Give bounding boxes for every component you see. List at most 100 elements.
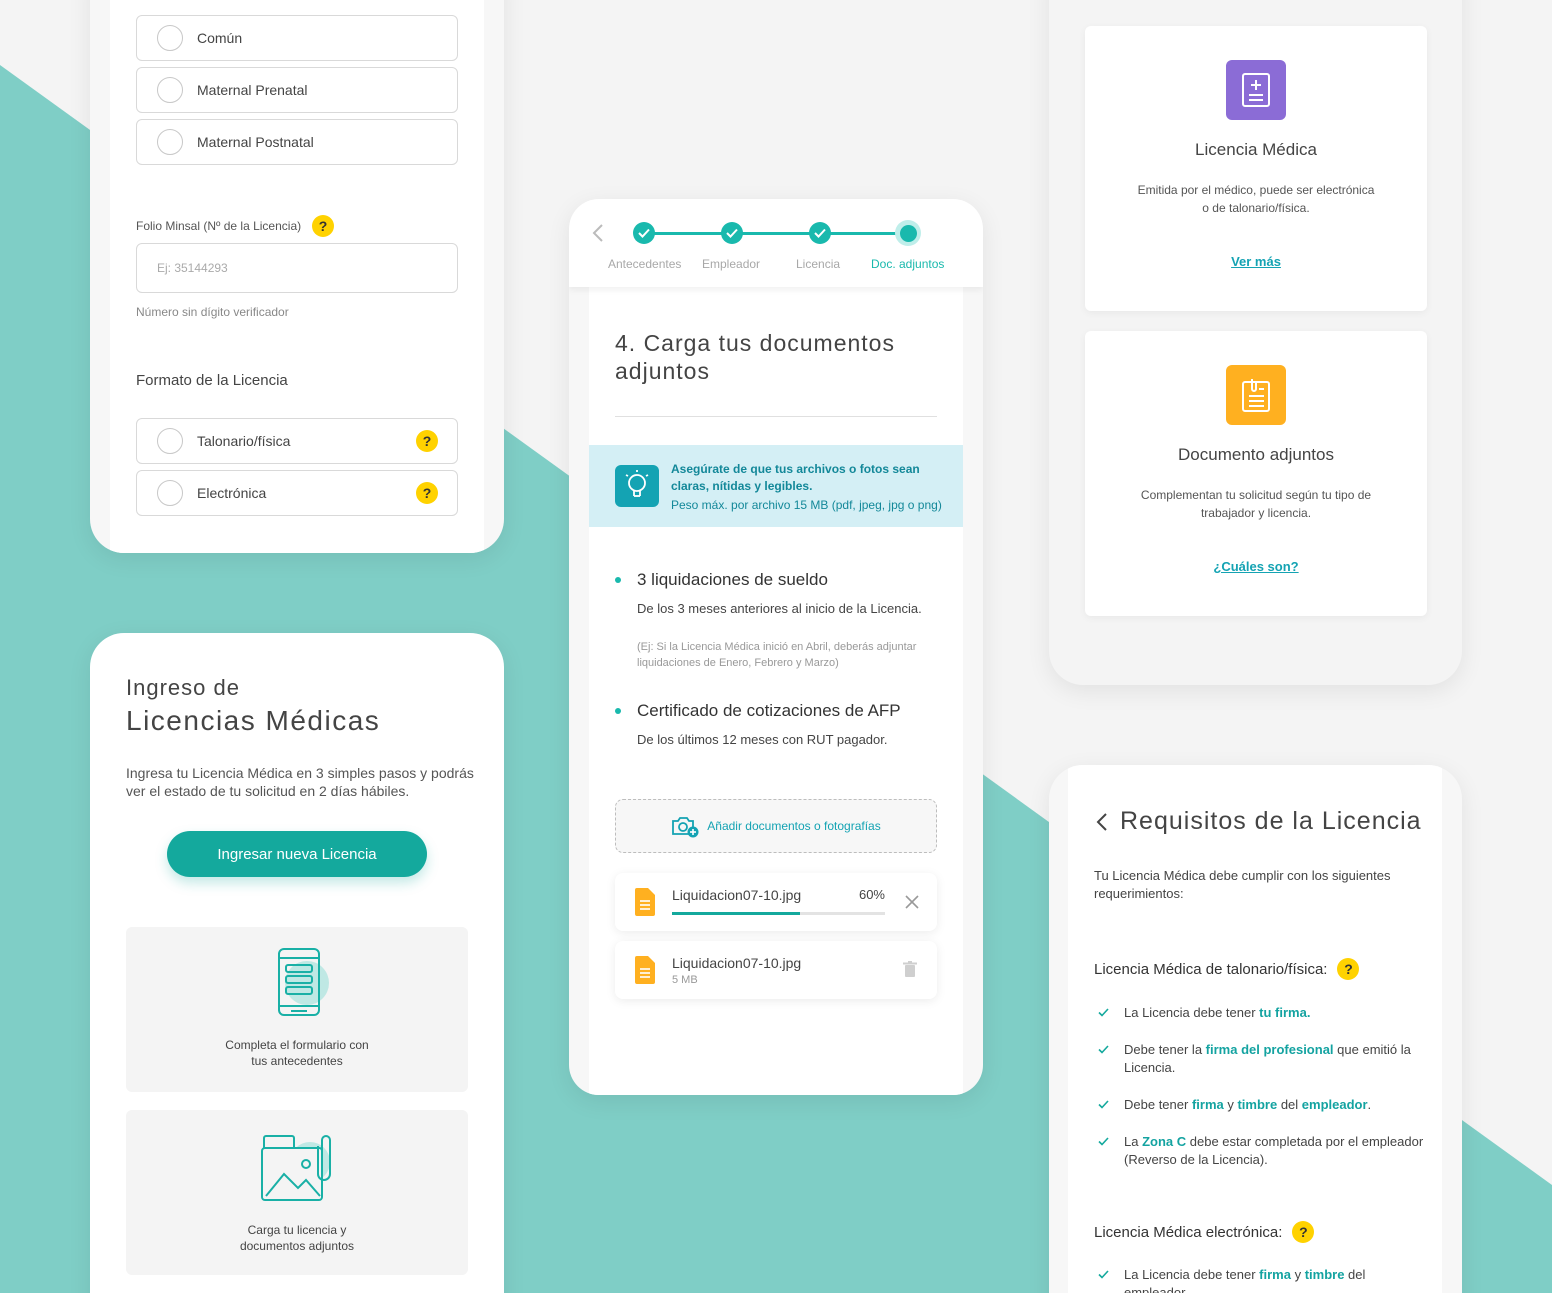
section-title-text: Licencia Médica de talonario/física: <box>1094 960 1328 978</box>
radio-option-talonario[interactable]: Talonario/física ? <box>136 418 458 464</box>
step-label-licencia[interactable]: Licencia <box>796 257 840 271</box>
step-card-documents: Carga tu licencia y documentos adjuntos <box>126 1110 468 1275</box>
back-chevron-icon[interactable] <box>1096 812 1108 832</box>
highlight-text: Zona C <box>1142 1134 1187 1149</box>
lightbulb-icon <box>615 465 659 507</box>
info-title: Licencia Médica <box>1195 140 1317 159</box>
step-check-icon[interactable] <box>809 222 831 244</box>
info-desc: Complementan tu solicitud según tu tipo … <box>1140 488 1372 520</box>
check-icon <box>1098 1137 1109 1146</box>
highlight-text: tu firma. <box>1259 1005 1311 1020</box>
help-icon[interactable]: ? <box>416 430 438 452</box>
form-phone-icon <box>278 948 329 1016</box>
radio-circle[interactable] <box>157 129 183 155</box>
radio-option-maternal-postnatal[interactable]: Maternal Postnatal <box>136 119 458 165</box>
folio-hint: Número sin dígito verificador <box>136 305 289 319</box>
help-icon[interactable]: ? <box>1337 958 1360 980</box>
add-photo-icon <box>672 817 699 838</box>
cuales-son-link[interactable]: ¿Cuáles son? <box>1085 559 1427 574</box>
radio-label: Talonario/física <box>197 433 291 449</box>
radio-circle[interactable] <box>157 25 183 51</box>
radio-circle[interactable] <box>157 480 183 506</box>
clipboard-icon <box>1226 365 1286 425</box>
landing-title-small: Ingreso de <box>126 675 240 700</box>
radio-circle[interactable] <box>157 77 183 103</box>
requirements-phone: Requisitos de la Licencia Tu Licencia Mé… <box>1049 765 1462 1293</box>
requirement-desc: De los últimos 12 meses con RUT pagador. <box>637 732 888 747</box>
step-check-icon[interactable] <box>721 222 743 244</box>
highlight-text: empleador <box>1301 1097 1368 1112</box>
progress-fill <box>672 912 800 915</box>
check-text: La Licencia debe tener firma y timbre de… <box>1124 1266 1424 1293</box>
file-name: Liquidacion07-10.jpg <box>672 887 802 903</box>
section-title-text: Licencia Médica electrónica: <box>1094 1223 1283 1241</box>
radio-option-electronica[interactable]: Electrónica ? <box>136 470 458 516</box>
radio-circle[interactable] <box>157 428 183 454</box>
step-text: Carga tu licencia y <box>247 1223 347 1237</box>
plain-text: del <box>1277 1097 1302 1112</box>
add-documents-button[interactable]: Añadir documentos o fotografías <box>615 799 937 853</box>
file-size: 5 MB <box>672 974 698 986</box>
step-label-empleador[interactable]: Empleador <box>702 257 760 271</box>
stepper-line <box>644 232 908 235</box>
step-check-icon[interactable] <box>633 222 655 244</box>
highlight-text: timbre <box>1304 1267 1345 1282</box>
check-icon <box>1098 1100 1109 1109</box>
check-icon <box>1098 1270 1109 1279</box>
bullet <box>615 708 621 714</box>
requirement-title: 3 liquidaciones de sueldo <box>637 570 828 589</box>
check-text: Debe tener la firma del profesional que … <box>1124 1041 1424 1077</box>
folio-placeholder: Ej: 35144293 <box>157 261 228 275</box>
new-license-button[interactable]: Ingresar nueva Licencia <box>167 831 427 877</box>
radio-label: Electrónica <box>197 485 267 501</box>
landing-description: Ingresa tu Licencia Médica en 3 simples … <box>126 765 474 799</box>
format-title: Formato de la Licencia <box>136 372 288 389</box>
info-card-licencia: Licencia Médica Emitida por el médico, p… <box>1085 26 1427 311</box>
file-document-icon <box>635 888 655 916</box>
radio-option-maternal-prenatal[interactable]: Maternal Prenatal <box>136 67 458 113</box>
info-card-documentos: Documento adjuntos Complementan tu solic… <box>1085 331 1427 616</box>
step-card-form: Completa el formulario con tus anteceden… <box>126 927 468 1092</box>
divider <box>615 416 937 417</box>
plain-text: . <box>1367 1097 1372 1112</box>
info-desc: Emitida por el médico, puede ser electró… <box>1137 183 1375 215</box>
trash-icon[interactable] <box>903 961 917 977</box>
info-phone: Licencia Médica Emitida por el médico, p… <box>1049 0 1462 685</box>
step-label-antecedentes[interactable]: Antecedentes <box>608 257 681 271</box>
requirements-intro: Tu Licencia Médica debe cumplir con los … <box>1094 868 1391 901</box>
info-title: Documento adjuntos <box>1178 445 1334 464</box>
radio-option-comun[interactable]: Común <box>136 15 458 61</box>
step-current-icon[interactable] <box>895 220 921 246</box>
radio-label: Maternal Prenatal <box>197 82 308 98</box>
ver-mas-link[interactable]: Ver más <box>1085 254 1427 269</box>
upload-screen: 4. Carga tus documentos adjuntos Asegúra… <box>589 287 963 1095</box>
tip-text: Asegúrate de que tus archivos o fotos se… <box>671 462 920 493</box>
folio-label: Folio Minsal (Nº de la Licencia) <box>136 219 302 233</box>
folio-input[interactable]: Ej: 35144293 <box>136 243 458 293</box>
requirements-screen: Requisitos de la Licencia Tu Licencia Mé… <box>1068 765 1442 1293</box>
check-text: Debe tener firma y timbre del empleador. <box>1124 1096 1424 1114</box>
check-text: La Zona C debe estar completada por el e… <box>1124 1133 1424 1169</box>
close-icon[interactable] <box>905 895 919 909</box>
plain-text: y <box>1223 1097 1238 1112</box>
upload-phone: Antecedentes Empleador Licencia Doc. adj… <box>569 199 983 1095</box>
license-form-phone: Común Maternal Prenatal Maternal Postnat… <box>90 0 504 553</box>
help-icon[interactable]: ? <box>312 215 334 237</box>
help-icon[interactable]: ? <box>416 482 438 504</box>
help-icon[interactable]: ? <box>1292 1221 1315 1243</box>
radio-label: Maternal Postnatal <box>197 134 314 150</box>
step-label-doc-adjuntos[interactable]: Doc. adjuntos <box>871 257 944 271</box>
page-title: Requisitos de la Licencia <box>1120 807 1422 835</box>
check-icon <box>1098 1045 1109 1054</box>
plain-text: La <box>1124 1134 1143 1149</box>
back-chevron-icon[interactable] <box>591 223 605 243</box>
progress-bar <box>672 912 885 915</box>
uploading-file-card: Liquidacion07-10.jpg 60% <box>615 873 937 931</box>
file-document-icon <box>635 956 655 984</box>
documents-attach-icon <box>261 1135 331 1201</box>
upload-title: 4. Carga tus documentos adjuntos <box>615 330 895 384</box>
tip-box: Asegúrate de que tus archivos o fotos se… <box>589 445 963 527</box>
requirement-desc: De los 3 meses anteriores al inicio de l… <box>637 601 922 616</box>
check-icon <box>1098 1008 1109 1017</box>
bullet <box>615 577 621 583</box>
